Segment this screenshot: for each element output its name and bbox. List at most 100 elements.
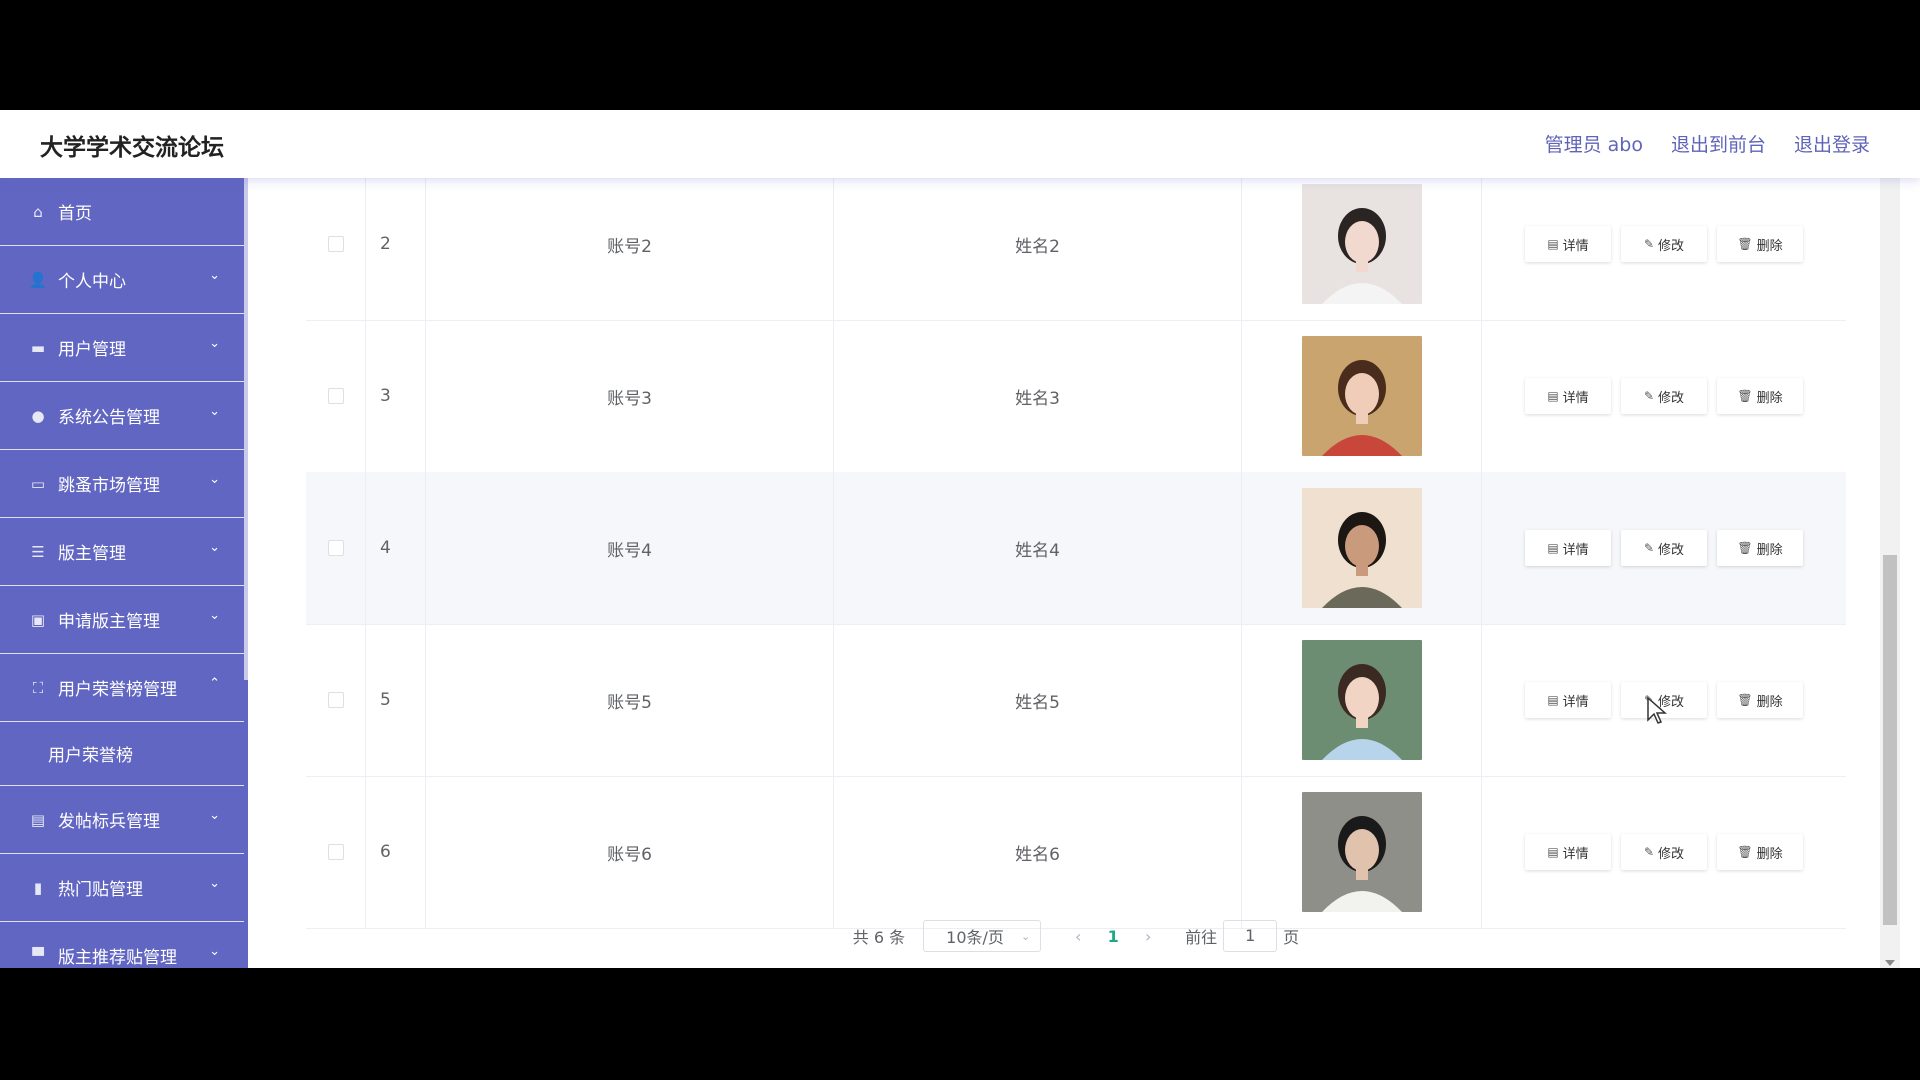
row-account: 账号3: [426, 320, 834, 472]
user-avatar[interactable]: [1301, 792, 1422, 912]
prev-page-icon[interactable]: ‹: [1063, 927, 1093, 946]
detail-label: 详情: [1562, 846, 1589, 862]
sidebar-item[interactable]: ⌂ 首页: [0, 178, 244, 246]
detail-button[interactable]: ▤ 详情: [1525, 378, 1611, 414]
scroll-down-icon[interactable]: [1885, 960, 1895, 966]
table-row[interactable]: 2 账号2 姓名2 ▤ 详情 ✎ 修改 🗑 删除: [306, 168, 1846, 321]
row-index: 6: [366, 776, 426, 928]
sidebar-subitem-label: 用户荣誉榜: [48, 746, 133, 766]
page-number-current[interactable]: 1: [1093, 927, 1133, 946]
sidebar-scrollbar[interactable]: [244, 178, 248, 680]
user-avatar[interactable]: [1301, 488, 1422, 608]
content-scrollbar[interactable]: [1880, 178, 1900, 968]
row-checkbox-cell: [306, 168, 366, 320]
sidebar-item[interactable]: ▤ 发帖标兵管理 ⌄: [0, 786, 244, 854]
table-row[interactable]: 3 账号3 姓名3 ▤ 详情 ✎ 修改 🗑 删除: [306, 320, 1846, 473]
row-checkbox[interactable]: [327, 388, 344, 404]
sliders-icon: ☰: [31, 542, 45, 561]
row-checkbox[interactable]: [327, 540, 344, 556]
document-icon: ▤: [1547, 693, 1559, 707]
user-avatar[interactable]: [1301, 336, 1422, 456]
table-row[interactable]: 5账号5姓名5▤详情✎修改🗑删除: [306, 624, 1846, 777]
detail-label: 详情: [1562, 238, 1589, 254]
detail-button[interactable]: ▤ 详情: [1525, 226, 1611, 262]
logout-link[interactable]: 退出登录: [1794, 130, 1870, 157]
site-title: 大学学术交流论坛: [40, 135, 224, 161]
sidebar-item[interactable]: ☰ 版主管理 ⌄: [0, 518, 244, 586]
sidebar-item[interactable]: ▣ 申请版主管理 ⌄: [0, 586, 244, 654]
sidebar-item-label: 版主推荐贴管理: [58, 948, 177, 968]
detail-button[interactable]: ▤ 详情: [1525, 682, 1611, 718]
delete-button[interactable]: 🗑 删除: [1717, 378, 1803, 414]
sidebar-subitem-honor-list[interactable]: 用户荣誉榜: [0, 722, 244, 786]
scrollbar-thumb[interactable]: [1883, 555, 1897, 925]
row-actions: ▤详情 ✎修改 🗑删除: [1482, 320, 1846, 472]
row-checkbox-cell: [306, 624, 366, 776]
fullscreen-icon: ⛶: [32, 678, 44, 697]
goto-page: 前往 1 页: [1185, 920, 1299, 952]
page-size-select[interactable]: 10条/页 ⌄: [923, 920, 1042, 952]
sidebar-item[interactable]: ▮ 热门贴管理 ⌄: [0, 854, 244, 922]
trash-icon: 🗑: [1737, 845, 1753, 859]
row-account: 账号6: [426, 776, 834, 928]
chevron-down-icon: ⌄: [209, 608, 220, 623]
row-index: 3: [366, 320, 426, 472]
detail-label: 详情: [1562, 694, 1589, 710]
trash-icon: 🗑: [1737, 389, 1753, 403]
delete-label: 删除: [1756, 542, 1783, 558]
main-content: 2 账号2 姓名2 ▤ 详情 ✎ 修改 🗑 删除 3 账号3 姓名3 ▤ 详情 ✎ 修改 🗑 删除 4 账号4 姓名4 ▤…: [248, 168, 1900, 968]
next-page-icon[interactable]: ›: [1133, 927, 1163, 946]
row-checkbox-cell: [306, 320, 366, 472]
row-photo-cell: [1242, 320, 1482, 472]
sidebar-menu: ⌂ 首页 👤 个人中心 ⌄ ▬ 用户管理 ⌄ ● 系统公告管理 ⌄ ▭ 跳蚤市场管理 ⌄ ☰ 版主管理 ⌄ ▣ 申请…: [0, 178, 248, 968]
sidebar-item[interactable]: ⛶ 用户荣誉榜管理 ⌃: [0, 654, 244, 722]
row-index: 2: [366, 168, 426, 320]
sidebar-item[interactable]: ▬ 用户管理 ⌄: [0, 314, 244, 382]
delete-button[interactable]: 🗑 删除: [1717, 226, 1803, 262]
user-avatar[interactable]: [1301, 640, 1422, 760]
delete-label: 删除: [1756, 694, 1783, 710]
edit-button[interactable]: ✎修改: [1621, 834, 1707, 870]
page-size-value: 10条/页: [946, 928, 1004, 947]
sidebar-item[interactable]: ▭ 跳蚤市场管理 ⌄: [0, 450, 244, 518]
detail-button[interactable]: ▤ 详情: [1525, 530, 1611, 566]
chevron-down-icon: ⌄: [209, 540, 220, 555]
delete-label: 删除: [1756, 846, 1783, 862]
row-checkbox[interactable]: [327, 692, 344, 708]
document-icon: ▤: [1547, 237, 1559, 251]
edit-button[interactable]: ✎修改: [1621, 378, 1707, 414]
delete-button[interactable]: 🗑 删除: [1717, 682, 1803, 718]
row-photo-cell: [1242, 472, 1482, 624]
chevron-down-icon: ⌄: [209, 336, 220, 351]
sidebar-item-label: 用户管理: [58, 340, 126, 360]
delete-label: 删除: [1756, 238, 1783, 254]
trash-icon: 🗑: [1737, 541, 1753, 555]
mouse-cursor-icon: [1647, 696, 1667, 724]
row-checkbox[interactable]: [327, 844, 344, 860]
document-icon: ▤: [1547, 389, 1559, 403]
chevron-down-icon: ⌄: [209, 808, 220, 823]
sidebar-item[interactable]: 👤 个人中心 ⌄: [0, 246, 244, 314]
detail-button[interactable]: ▤ 详情: [1525, 834, 1611, 870]
chevron-down-icon: ⌄: [209, 404, 220, 419]
table-row[interactable]: 4 账号4 姓名4 ▤ 详情 ✎ 修改 🗑 删除: [306, 472, 1846, 625]
delete-button[interactable]: 🗑 删除: [1717, 834, 1803, 870]
card-icon: ▣: [30, 610, 46, 629]
microphone-icon: ▮: [33, 878, 43, 897]
edit-button[interactable]: ✎修改: [1621, 530, 1707, 566]
user-avatar[interactable]: [1301, 184, 1422, 304]
exit-to-front-link[interactable]: 退出到前台: [1671, 130, 1766, 157]
goto-page-input[interactable]: 1: [1223, 920, 1278, 952]
table-row[interactable]: 6 账号6 姓名6 ▤ 详情 ✎ 修改 🗑 删除: [306, 776, 1846, 929]
clipboard-icon: ▤: [30, 810, 46, 829]
edit-button[interactable]: ✎修改: [1621, 226, 1707, 262]
row-photo-cell: [1242, 624, 1482, 776]
delete-button[interactable]: 🗑 删除: [1717, 530, 1803, 566]
sidebar-item-label: 跳蚤市场管理: [58, 476, 160, 496]
sidebar-item[interactable]: ● 系统公告管理 ⌄: [0, 382, 244, 450]
monitor-icon: ▀: [32, 946, 44, 965]
sidebar-item[interactable]: ▀ 版主推荐贴管理 ⌄: [0, 922, 244, 968]
edit-label: 修改: [1658, 846, 1685, 862]
admin-user-link[interactable]: 管理员 abo: [1545, 130, 1643, 157]
row-checkbox[interactable]: [327, 236, 344, 252]
